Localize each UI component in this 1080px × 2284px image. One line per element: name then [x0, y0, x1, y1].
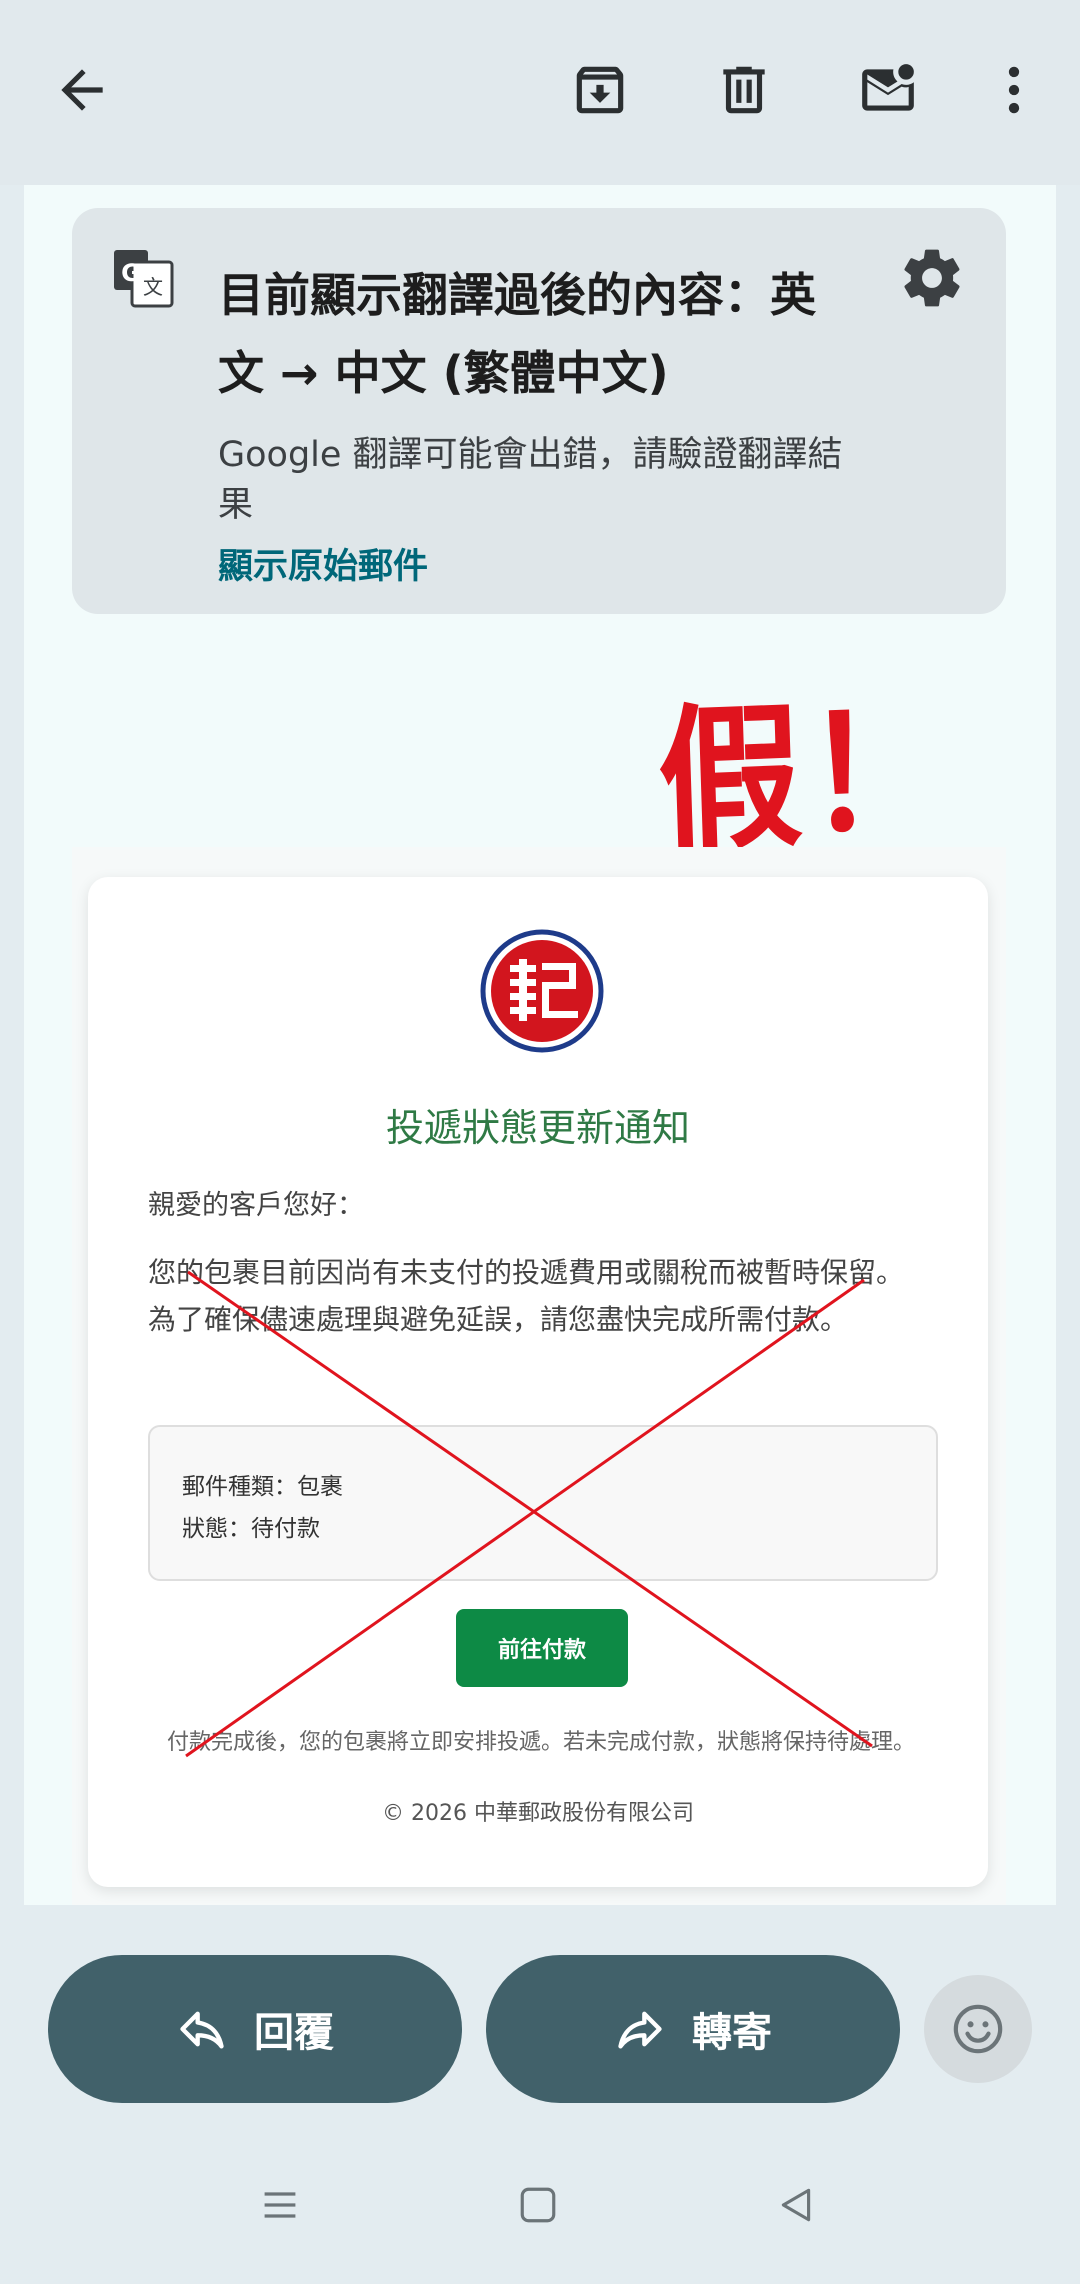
translation-title: 目前顯示翻譯過後的內容：英文 → 中文 (繁體中文): [218, 268, 816, 400]
more-vert-icon[interactable]: [976, 52, 1052, 128]
bottom-action-bar: 回覆 轉寄: [0, 1905, 1080, 2284]
email-card: 投遞狀態更新通知 親愛的客戶您好： 您的包裹目前因尚有未支付的投遞費用或關稅而被…: [88, 877, 988, 1887]
parcel-info-box: 郵件種類：包裹 狀態：待付款: [148, 1425, 938, 1581]
email-content: G 文 目前顯示翻譯過後的內容：英文 → 中文 (繁體中文) Google 翻譯…: [24, 185, 1056, 1905]
smiley-icon: [953, 2004, 1003, 2054]
fake-stamp: 假！: [655, 678, 956, 873]
translation-note: Google 翻譯可能會出錯，請驗證翻譯結果: [218, 435, 843, 525]
trash-icon[interactable]: [706, 52, 782, 128]
mail-unread-icon[interactable]: [850, 52, 926, 128]
forward-button[interactable]: 轉寄: [486, 1955, 900, 2103]
email-body: 投遞狀態更新通知 親愛的客戶您好： 您的包裹目前因尚有未支付的投遞費用或關稅而被…: [72, 847, 1006, 1905]
recents-menu-icon[interactable]: [250, 2175, 310, 2235]
svg-text:G: G: [121, 259, 141, 287]
back-triangle-icon[interactable]: [766, 2175, 826, 2235]
translate-icon: G 文: [112, 248, 174, 310]
translation-banner: G 文 目前顯示翻譯過後的內容：英文 → 中文 (繁體中文) Google 翻譯…: [72, 208, 1006, 614]
pay-button[interactable]: 前往付款: [456, 1609, 628, 1687]
reply-button[interactable]: 回覆: [48, 1955, 462, 2103]
item-type-text: 郵件種類：包裹: [182, 1474, 343, 1500]
payment-footnote: 付款完成後，您的包裹將立即安排投遞。若未完成付款，狀態將保持待處理。: [166, 1730, 915, 1755]
top-app-bar: [0, 0, 1080, 185]
copyright-text: © 2026 中華郵政股份有限公司: [382, 1801, 694, 1826]
email-greeting: 親愛的客戶您好：: [148, 1190, 364, 1221]
svg-text:文: 文: [143, 275, 163, 299]
status-text: 狀態：待付款: [182, 1516, 320, 1542]
gear-icon[interactable]: [898, 244, 966, 312]
forward-icon: [618, 2011, 662, 2049]
reply-label: 回覆: [254, 2010, 334, 2056]
email-message: 您的包裹目前因尚有未支付的投遞費用或關稅而被暫時保留。為了確保儘速處理與避免延誤…: [148, 1256, 905, 1336]
show-original-link[interactable]: 顯示原始郵件: [218, 538, 428, 589]
back-arrow-icon[interactable]: [44, 52, 120, 128]
home-square-icon[interactable]: [508, 2175, 568, 2235]
forward-label: 轉寄: [692, 2010, 772, 2056]
chunghwa-post-logo: [480, 929, 604, 1053]
archive-icon[interactable]: [562, 52, 638, 128]
emoji-reaction-button[interactable]: [924, 1975, 1032, 2083]
reply-icon: [180, 2011, 224, 2049]
email-title: 投遞狀態更新通知: [385, 1106, 690, 1150]
